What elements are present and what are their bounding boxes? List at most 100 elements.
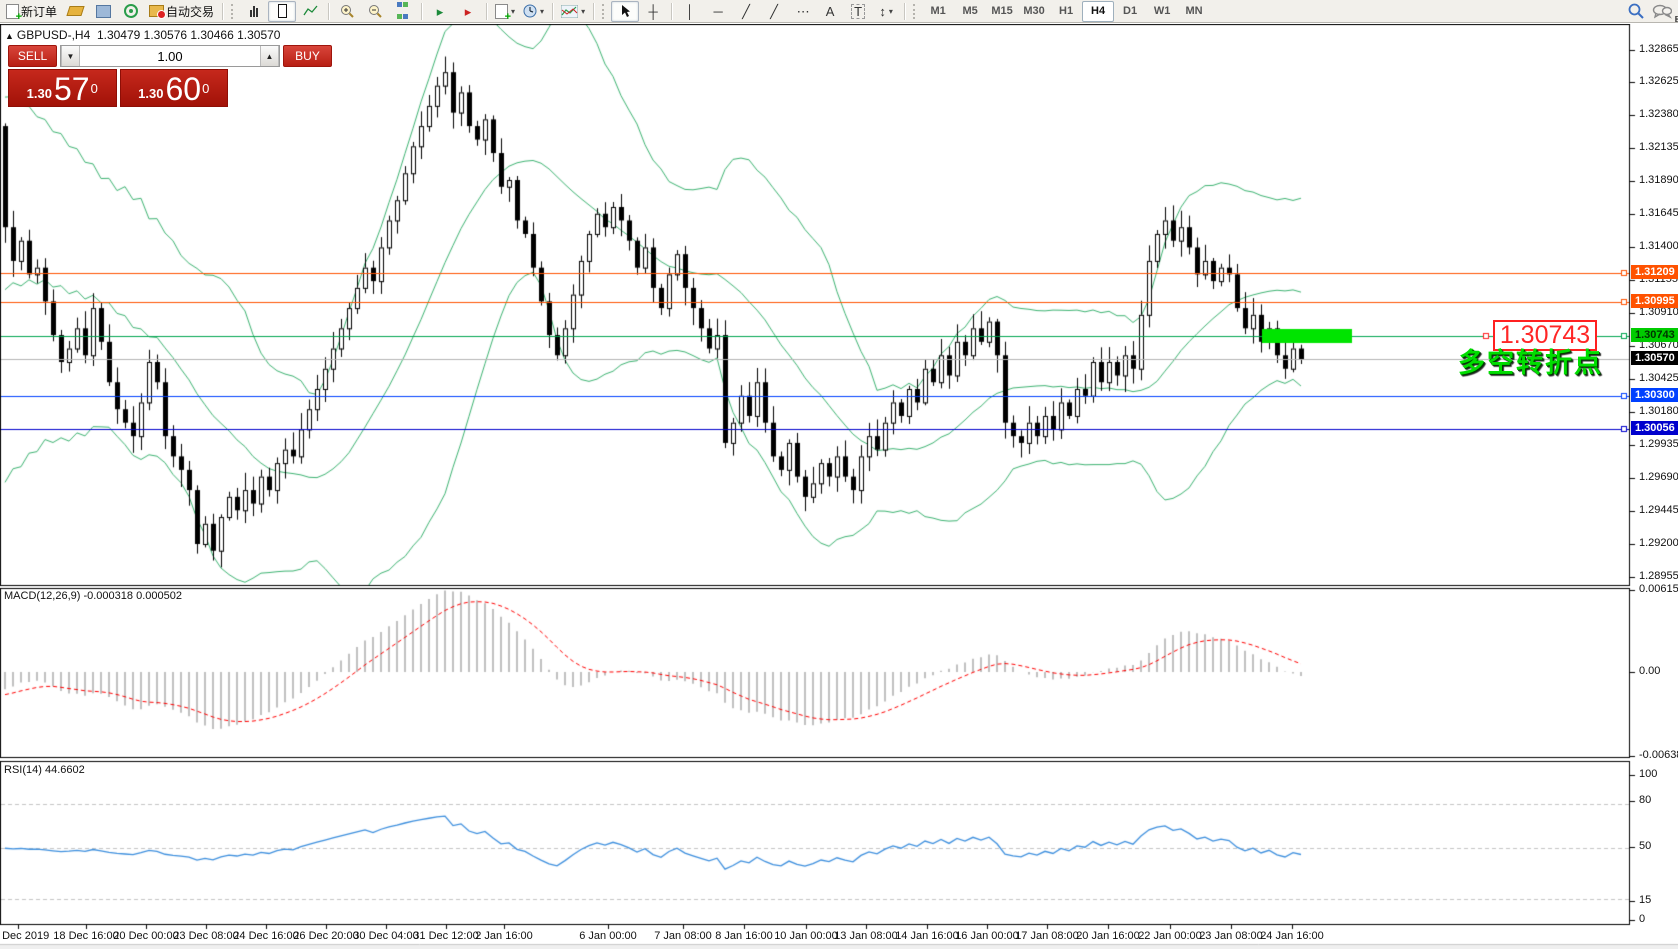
mt4-window: { "toolbar": { "new_order_label": "新订单",… [0, 0, 1678, 949]
rsi-tick-label: 0 [1639, 913, 1645, 925]
date-label: 10 Jan 00:00 [774, 930, 838, 942]
volume-input[interactable] [80, 46, 260, 66]
price-tick-label: 1.30425 [1639, 372, 1678, 384]
timeframe-mn-button[interactable]: MN [1178, 1, 1210, 22]
price-tick-label: 1.32865 [1639, 43, 1678, 55]
price-tag-1.31209: 1.31209 [1631, 265, 1678, 279]
tile-windows-button[interactable] [389, 1, 417, 22]
text-label-button[interactable]: T [844, 1, 872, 22]
trendline-button[interactable]: ╱ [732, 1, 760, 22]
toolbar: + 新订单 自动交易 ▸ ▸ +▾ ▾ ▾ ┼ │ ─ ╱ ╱E ⋯F [0, 0, 1678, 23]
price-tick-label: 1.32380 [1639, 108, 1678, 120]
separator [671, 3, 672, 20]
horizontal-line-button[interactable]: ─ [704, 1, 732, 22]
timeframe-group: M1M5M15M30H1H4D1W1MN [922, 1, 1210, 22]
volume-spinner: ▼ ▲ [60, 45, 280, 67]
date-label: 14 Jan 16:00 [895, 930, 959, 942]
date-label: 7 Jan 08:00 [654, 930, 712, 942]
zoom-in-button[interactable] [333, 1, 361, 22]
volume-increase-button[interactable]: ▲ [260, 46, 279, 66]
price-tick-label: 1.29200 [1639, 537, 1678, 549]
volume-decrease-button[interactable]: ▼ [61, 46, 80, 66]
bar-chart-button[interactable] [240, 1, 268, 22]
cursor-icon [620, 4, 631, 18]
periods-button[interactable]: ▾ [519, 1, 548, 22]
zoom-out-button[interactable] [361, 1, 389, 22]
arrows-button[interactable]: ↕▾ [872, 1, 900, 22]
equidistant-channel-button[interactable]: ╱E [760, 1, 788, 22]
date-label: 24 Dec 16:00 [233, 930, 298, 942]
sell-price-display[interactable]: 1.30570 [8, 69, 117, 107]
autotrading-button[interactable]: 自动交易 [145, 1, 218, 22]
separator [904, 3, 905, 20]
rsi-tick-label: 50 [1639, 840, 1651, 852]
timeframe-w1-button[interactable]: W1 [1146, 1, 1178, 22]
price-tick-label: 1.29935 [1639, 438, 1678, 450]
price-tick-label: 1.32625 [1639, 75, 1678, 87]
text-icon: A [826, 5, 835, 18]
candlestick-chart-button[interactable] [268, 1, 296, 22]
timeframe-m5-button[interactable]: M5 [954, 1, 986, 22]
crosshair-button[interactable]: ┼ [639, 1, 667, 22]
buy-button[interactable]: BUY [283, 45, 332, 67]
date-label: 13 Jan 08:00 [834, 930, 898, 942]
date-label: 23 Dec 08:00 [173, 930, 238, 942]
date-label: 6 Jan 00:00 [579, 930, 637, 942]
line-chart-button[interactable] [296, 1, 324, 22]
cursor-button[interactable] [611, 1, 639, 22]
chart-shift-button[interactable]: ▸ [426, 1, 454, 22]
price-tick-label: 1.30180 [1639, 405, 1678, 417]
macd-tick-label: -0.00638 [1639, 749, 1678, 761]
fibonacci-button[interactable]: ⋯F [788, 1, 816, 22]
macd-label: MACD(12,26,9) -0.000318 0.000502 [4, 590, 182, 602]
macd-tick-label: 0.00 [1639, 665, 1660, 677]
crosshair-icon: ┼ [648, 5, 657, 18]
price-tag-1.30995: 1.30995 [1631, 294, 1678, 308]
sell-button[interactable]: SELL [8, 45, 57, 67]
grip [231, 4, 236, 19]
line-chart-icon [303, 5, 318, 17]
candlestick-icon [278, 4, 287, 18]
zoom-out-icon [368, 4, 383, 18]
timeframe-m1-button[interactable]: M1 [922, 1, 954, 22]
price-tag-1.30743: 1.30743 [1631, 328, 1678, 342]
chart-canvas[interactable] [0, 24, 1678, 949]
timeframe-m15-button[interactable]: M15 [986, 1, 1018, 22]
price-tag-1.30056: 1.30056 [1631, 421, 1678, 435]
fibonacci-icon: ⋯ [797, 5, 808, 18]
signals-button[interactable] [117, 1, 145, 22]
indicators-button[interactable]: ▾ [557, 1, 589, 22]
date-label: 18 Dec 16:00 [53, 930, 118, 942]
trendline-icon: ╱ [742, 5, 750, 18]
timeframe-h4-button[interactable]: H4 [1082, 1, 1114, 22]
buy-price-display[interactable]: 1.30600 [120, 69, 229, 107]
gold-button[interactable] [61, 1, 89, 22]
search-icon[interactable] [1628, 3, 1644, 19]
grip [602, 4, 607, 19]
zoom-in-icon [340, 4, 355, 18]
new-chart-button[interactable]: +▾ [491, 1, 519, 22]
new-order-icon: + [6, 4, 19, 19]
turning-point-note[interactable]: 多空转折点 [1458, 341, 1603, 380]
timeframe-d1-button[interactable]: D1 [1114, 1, 1146, 22]
price-tick-label: 1.30910 [1639, 306, 1678, 318]
separator [552, 3, 553, 20]
chart-shift-icon: ▸ [437, 5, 444, 18]
auto-scroll-button[interactable]: ▸ [454, 1, 482, 22]
rsi-tick-label: 15 [1639, 894, 1651, 906]
autotrading-icon [149, 5, 164, 17]
new-order-button[interactable]: + 新订单 [2, 1, 61, 22]
timeframe-h1-button[interactable]: H1 [1050, 1, 1082, 22]
bar-chart-icon [250, 5, 259, 17]
date-label: 24 Jan 16:00 [1260, 930, 1324, 942]
chat-icon[interactable] [1652, 4, 1672, 19]
separator [486, 3, 487, 20]
terminal-button[interactable] [89, 1, 117, 22]
tile-windows-icon [397, 0, 409, 23]
vertical-line-button[interactable]: │ [676, 1, 704, 22]
separator [421, 3, 422, 20]
date-label: 22 Jan 00:00 [1138, 930, 1202, 942]
timeframe-m30-button[interactable]: M30 [1018, 1, 1050, 22]
price-tick-label: 1.29445 [1639, 504, 1678, 516]
text-button[interactable]: A [816, 1, 844, 22]
